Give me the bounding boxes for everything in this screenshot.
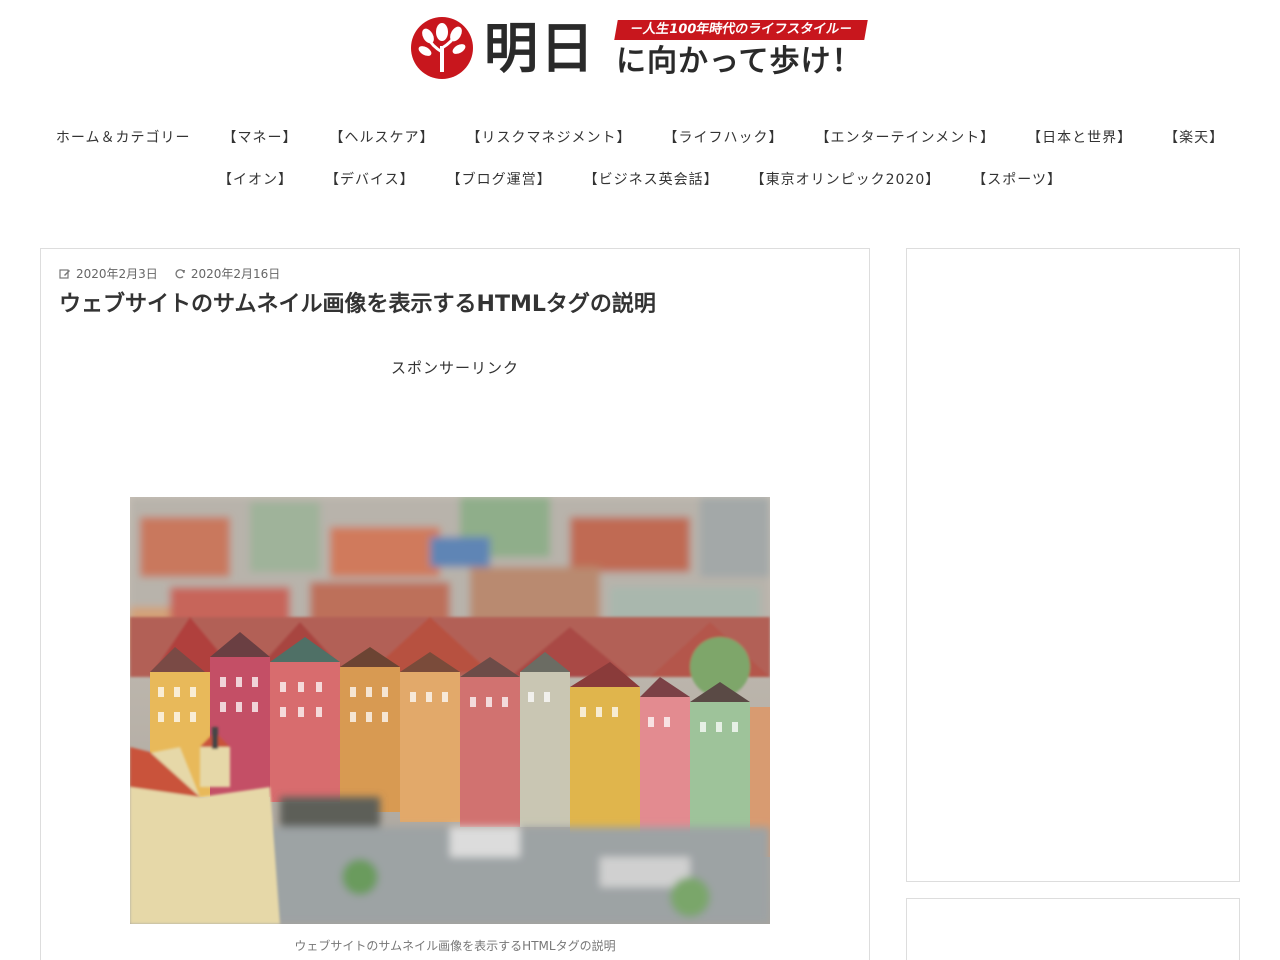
post-meta: 2020年2月3日 2020年2月16日 [59, 265, 280, 282]
sidebar-widget-ad [906, 248, 1240, 882]
nav-item-aeon[interactable]: 【イオン】 [202, 169, 309, 189]
updated-date: 2020年2月16日 [174, 265, 280, 282]
nav-row-2: 【イオン】 【デバイス】 【ブログ運営】 【ビジネス英会話】 【東京オリンピック… [40, 158, 1240, 200]
nav-item-lifehack[interactable]: 【ライフハック】 [648, 127, 800, 147]
published-date: 2020年2月3日 [59, 265, 158, 282]
nav-item-sports[interactable]: 【スポーツ】 [956, 169, 1078, 189]
nav-item-japan-world[interactable]: 【日本と世界】 [1011, 127, 1148, 147]
eyecatch-image [130, 497, 770, 924]
site-header: 明日 －人生100年時代のライフスタイル－ に向かって歩け！ [0, 0, 1280, 100]
logo-main-text: 明日 [484, 17, 596, 80]
article-container: 2020年2月3日 2020年2月16日 ウェブサイトのサムネイル画像を表示する… [40, 248, 870, 960]
nav-item-business-english[interactable]: 【ビジネス英会話】 [568, 169, 735, 189]
image-caption: ウェブサイトのサムネイル画像を表示するHTMLタグの説明 [294, 939, 616, 953]
logo-tagline-banner: －人生100年時代のライフスタイル－ [614, 20, 868, 40]
nav-item-device[interactable]: 【デバイス】 [309, 169, 431, 189]
site-logo[interactable]: 明日 －人生100年時代のライフスタイル－ に向かって歩け！ [410, 14, 870, 84]
nav-item-risk-management[interactable]: 【リスクマネジメント】 [451, 127, 648, 147]
edit-icon [59, 268, 71, 280]
nav-item-money[interactable]: 【マネー】 [207, 127, 314, 147]
nav-item-entertainment[interactable]: 【エンターテインメント】 [800, 127, 1012, 147]
logo-sub-text: に向かって歩け！ [616, 44, 863, 79]
article-title: ウェブサイトのサムネイル画像を表示するHTMLタグの説明 [59, 292, 656, 317]
nav-item-blog[interactable]: 【ブログ運営】 [431, 169, 568, 189]
nav-item-home-category[interactable]: ホーム＆カテゴリー [40, 127, 207, 147]
nav-item-rakuten[interactable]: 【楽天】 [1148, 127, 1240, 147]
sidebar-widget-second [906, 898, 1240, 960]
global-nav: ホーム＆カテゴリー 【マネー】 【ヘルスケア】 【リスクマネジメント】 【ライフ… [40, 116, 1240, 200]
nav-row-1: ホーム＆カテゴリー 【マネー】 【ヘルスケア】 【リスクマネジメント】 【ライフ… [40, 116, 1240, 158]
tree-emblem-icon [411, 17, 473, 79]
nav-item-tokyo-olympic[interactable]: 【東京オリンピック2020】 [735, 169, 957, 189]
refresh-icon [174, 268, 186, 280]
published-date-text: 2020年2月3日 [76, 267, 158, 281]
updated-date-text: 2020年2月16日 [190, 267, 281, 281]
sponsor-label: スポンサーリンク [390, 359, 519, 377]
nav-item-healthcare[interactable]: 【ヘルスケア】 [314, 127, 451, 147]
